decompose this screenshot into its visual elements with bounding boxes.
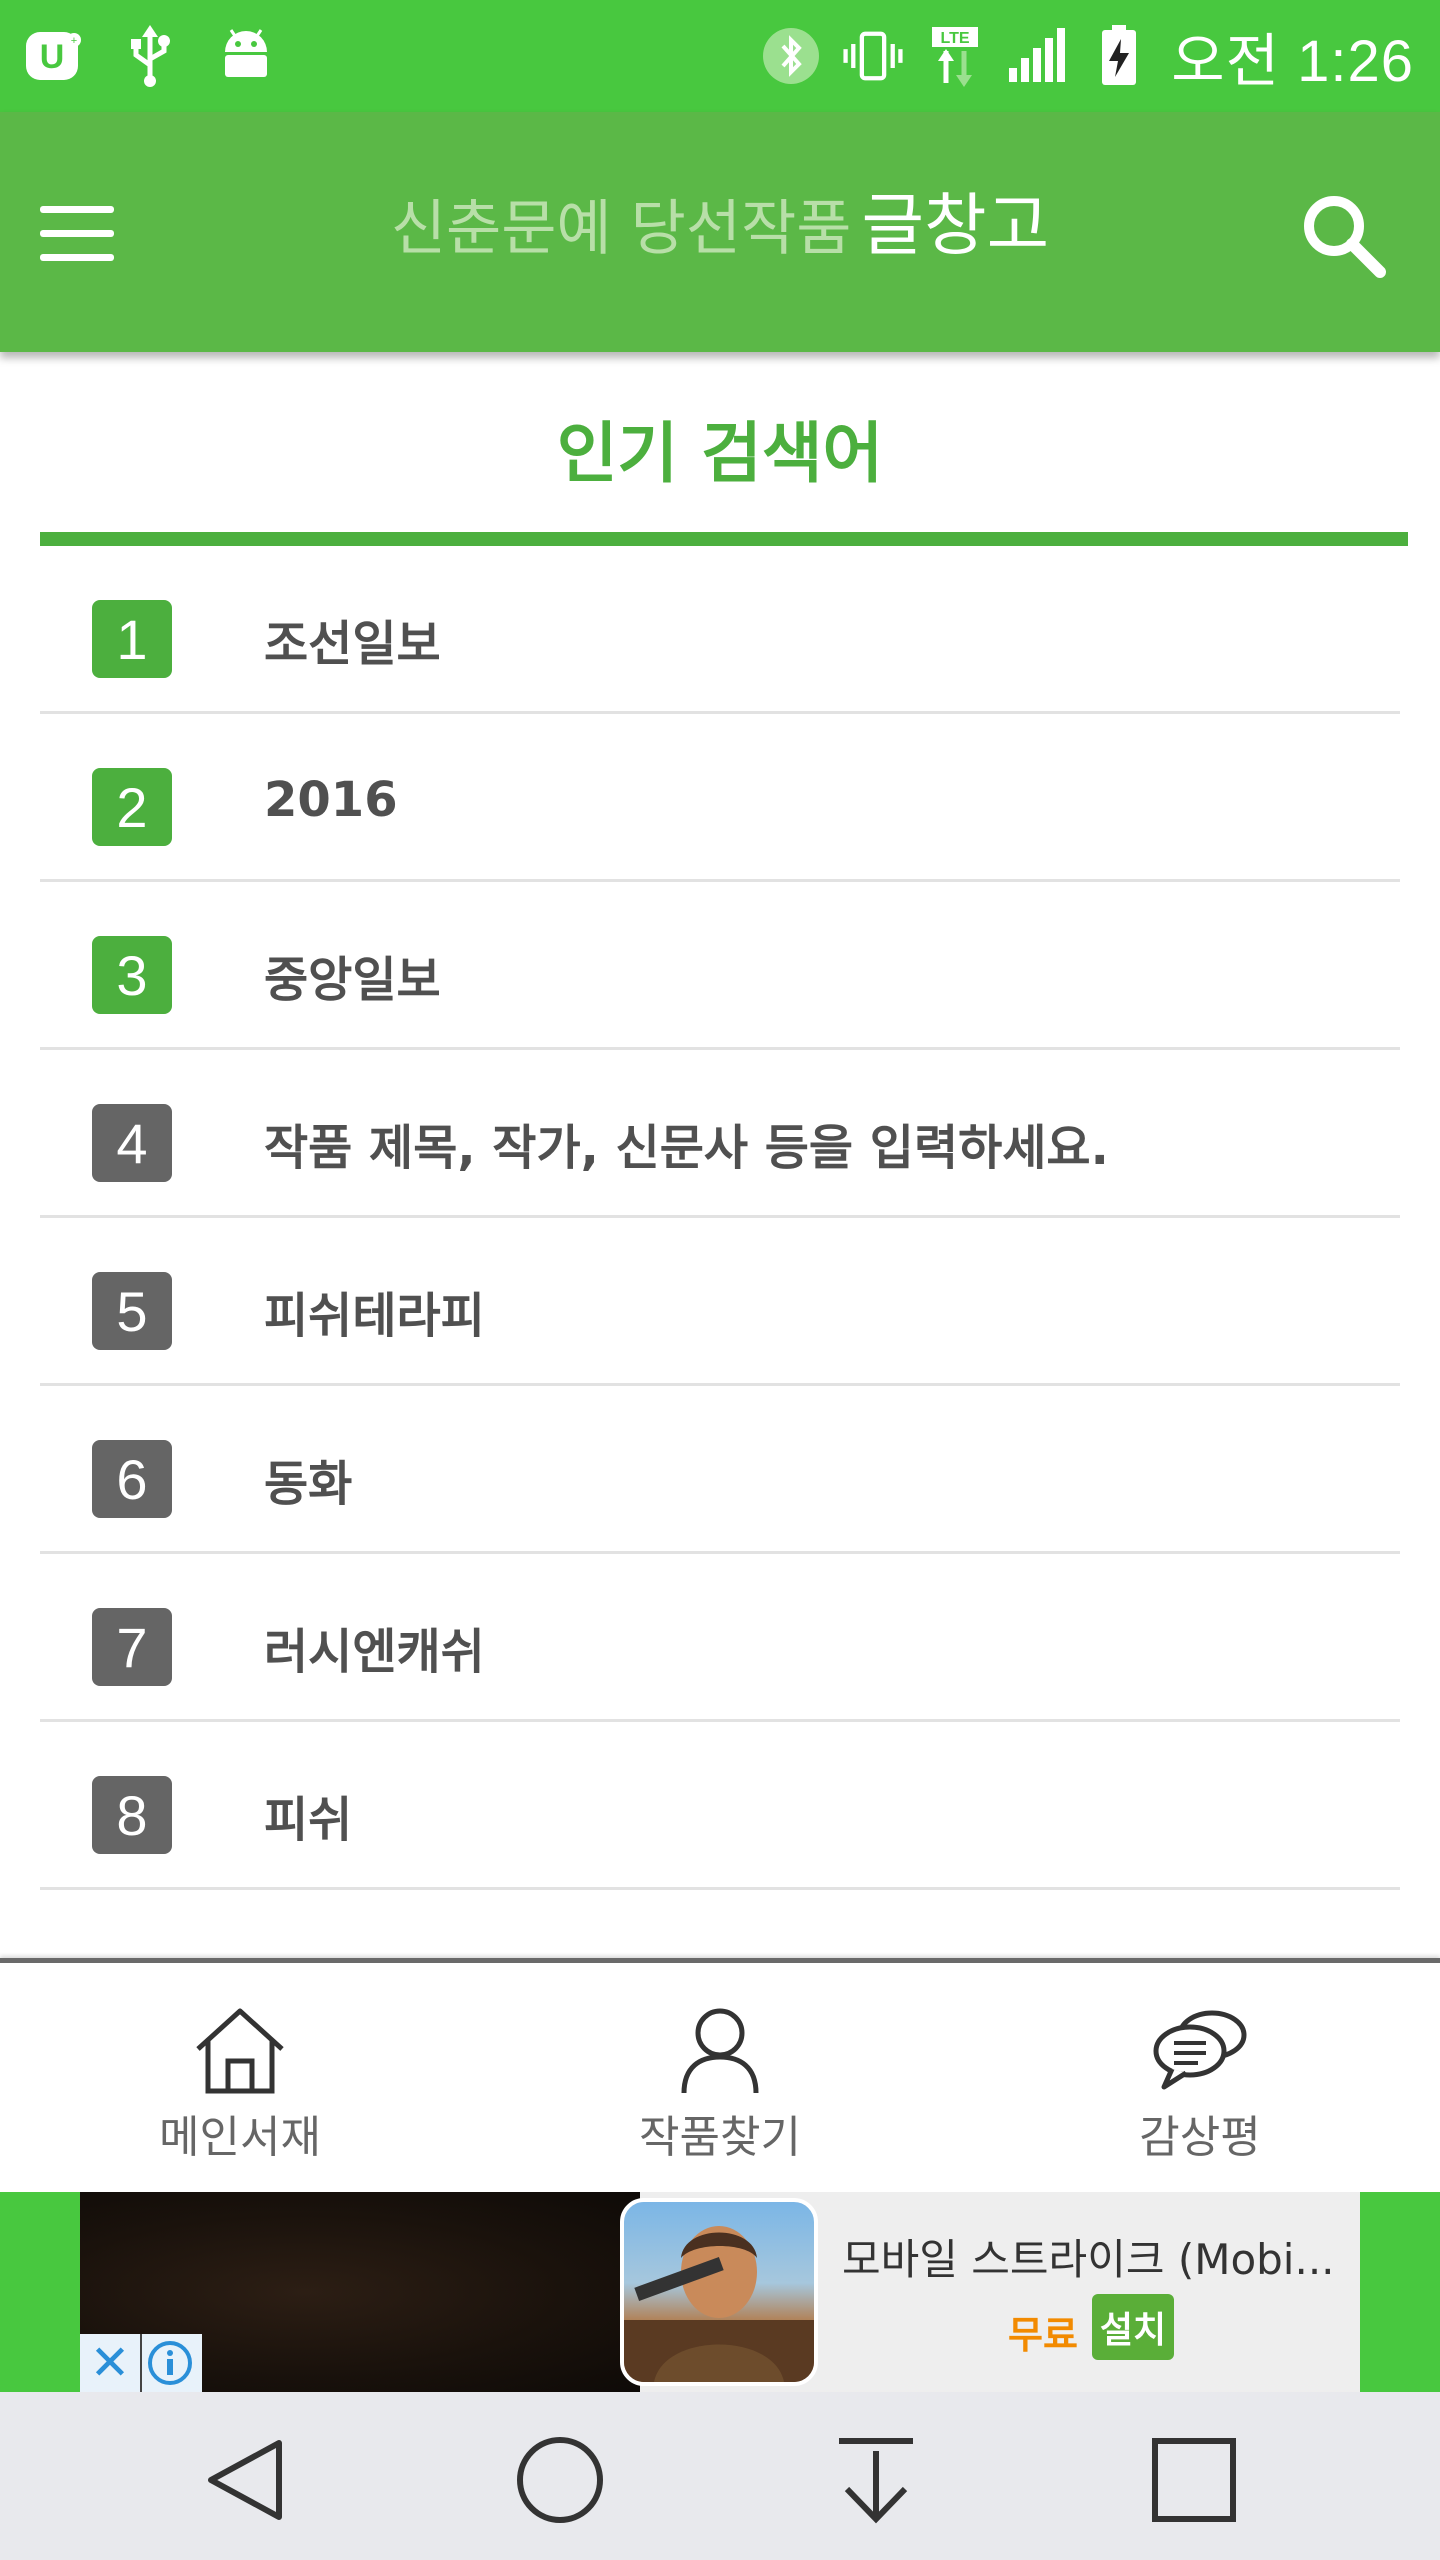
status-bar: U + LTE 오전 1:26 [0, 0, 1440, 112]
info-icon[interactable] [140, 2334, 198, 2392]
app-title-name: 글창고 [861, 187, 1050, 266]
rank-badge: 6 [92, 1440, 172, 1518]
status-time: 오전 1:26 [1171, 29, 1414, 94]
app-bar: 신춘문예 당선작품 글창고 [0, 112, 1440, 352]
rank-badge: 3 [92, 936, 172, 1014]
search-icon[interactable] [1298, 190, 1388, 280]
svg-text:+: + [71, 35, 77, 47]
rank-item-6[interactable]: 6 동화 [40, 1386, 1400, 1554]
rank-badge: 2 [92, 768, 172, 846]
ad-app-thumbnail [620, 2198, 818, 2386]
nav-find-works[interactable]: 작품찾기 [570, 2005, 870, 2165]
rank-keyword: 중앙일보 [264, 952, 441, 1008]
ad-title: 모바일 스트라이크 (Mobi... [842, 2235, 1335, 2284]
rank-badge: 1 [92, 600, 172, 678]
rank-keyword: 조선일보 [264, 616, 441, 672]
rank-item-3[interactable]: 3 중앙일보 [40, 882, 1400, 1050]
ad-choices: ✕ [80, 2334, 202, 2392]
lte-data-icon: LTE [925, 26, 985, 87]
nav-main-library[interactable]: 메인서재 [90, 2005, 390, 2165]
rank-keyword: 피쉬테라피 [264, 1288, 485, 1344]
ad-price: 무료 [1008, 2313, 1078, 2357]
popular-search-list: 1 조선일보 2 2016 3 중앙일보 4 작품 제목, 작가, 신문사 등을… [40, 546, 1400, 1890]
rank-item-1[interactable]: 1 조선일보 [40, 546, 1400, 714]
rank-keyword: 동화 [264, 1456, 353, 1512]
popular-searches-title: 인기 검색어 [556, 415, 884, 492]
app-title: 신춘문예 당선작품 글창고 [0, 170, 1440, 269]
nav-label: 메인서재 [159, 2112, 321, 2163]
rank-badge: 8 [92, 1776, 172, 1854]
recents-icon[interactable] [1144, 2430, 1244, 2530]
battery-charging-icon [1089, 25, 1149, 86]
title-divider [40, 532, 1408, 546]
nav-label: 작품찾기 [639, 2112, 801, 2163]
rank-item-7[interactable]: 7 러시엔캐쉬 [40, 1554, 1400, 1722]
rank-item-8[interactable]: 8 피쉬 [40, 1722, 1400, 1890]
usb-icon [120, 25, 180, 87]
nav-label: 감상평 [1139, 2112, 1261, 2163]
rank-item-4[interactable]: 4 작품 제목, 작가, 신문사 등을 입력하세요. [40, 1050, 1400, 1218]
rank-badge: 4 [92, 1104, 172, 1182]
system-navigation-bar [0, 2392, 1440, 2560]
rank-badge: 5 [92, 1272, 172, 1350]
bluetooth-icon [761, 26, 821, 86]
close-icon[interactable]: ✕ [80, 2334, 140, 2392]
rank-keyword: 2016 [264, 772, 398, 828]
bottom-navigation: 메인서재 작품찾기 감상평 [0, 1958, 1440, 2192]
home-circle-icon[interactable] [510, 2430, 610, 2530]
chat-bubbles-icon [1153, 2010, 1247, 2090]
rank-keyword: 작품 제목, 작가, 신문사 등을 입력하세요. [264, 1120, 1109, 1176]
android-icon [216, 26, 276, 86]
ad-banner[interactable]: 모바일 스트라이크 (Mobi... 무료 설치 ✕ [80, 2192, 1360, 2392]
app-title-subtitle: 신춘문예 당선작품 [390, 194, 852, 264]
svg-text:LTE: LTE [941, 30, 970, 47]
ad-banner-frame: 모바일 스트라이크 (Mobi... 무료 설치 ✕ [0, 2192, 1440, 2392]
home-icon [196, 2008, 284, 2094]
u-plus-icon: U + [24, 26, 84, 86]
download-arrow-icon[interactable] [826, 2430, 926, 2530]
nav-reviews[interactable]: 감상평 [1050, 2005, 1350, 2165]
rank-badge: 7 [92, 1608, 172, 1686]
rank-keyword: 피쉬 [264, 1792, 353, 1848]
vibrate-icon [843, 26, 903, 86]
signal-icon [1007, 26, 1067, 86]
person-icon [681, 2008, 759, 2094]
back-icon[interactable] [196, 2430, 296, 2530]
rank-keyword: 러시엔캐쉬 [264, 1624, 485, 1680]
svg-text:U: U [40, 38, 65, 76]
rank-item-2[interactable]: 2 2016 [40, 714, 1400, 882]
rank-item-5[interactable]: 5 피쉬테라피 [40, 1218, 1400, 1386]
ad-install-button[interactable]: 설치 [1092, 2294, 1174, 2360]
